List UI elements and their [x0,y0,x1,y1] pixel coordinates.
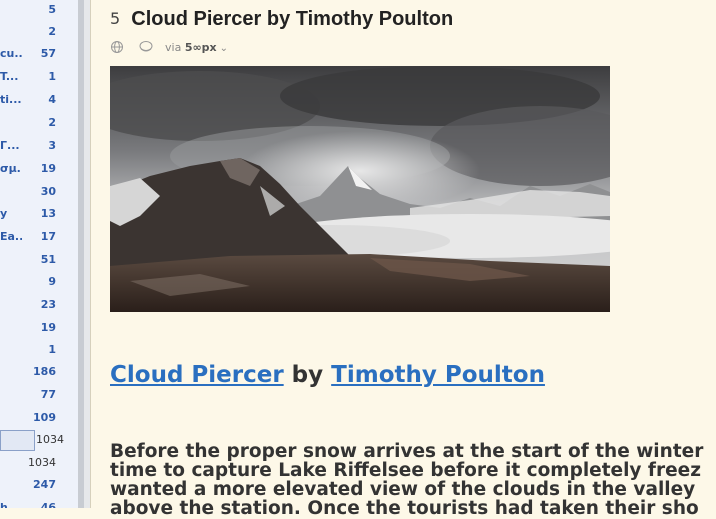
sidebar-feed-item[interactable]: 51 [0,250,80,270]
sidebar-feed-item[interactable]: 2 [0,113,80,133]
unread-count: 9 [48,275,56,288]
body-line: Before the proper snow arrives at the st… [110,441,704,462]
unread-count: 23 [40,298,56,311]
story-body: Before the proper snow arrives at the st… [110,442,716,518]
feed-sidebar: 52cu...57 T...1ti...42 Γ...3σμ...1930y13… [0,0,80,508]
unread-count: 3 [48,139,56,152]
unread-count: 247 [33,478,56,491]
via-label: via [165,41,182,54]
feed-name: Ea... [0,230,22,243]
sidebar-feed-item[interactable]: 23 [0,295,80,315]
unread-count: 186 [33,365,56,378]
sidebar-feed-item[interactable]: 5 [0,0,80,20]
unread-count: 4 [48,93,56,106]
sidebar-feed-item[interactable]: 1034 [0,453,80,473]
story-photo[interactable] [110,66,610,312]
unread-count: 1034 [28,456,56,469]
feed-source-icon[interactable] [138,40,152,54]
unread-count: 5 [48,3,56,16]
sidebar-feed-item[interactable]: 30 [0,182,80,202]
unread-count: 19 [40,162,56,175]
content-by-text: by [283,362,332,388]
unread-count: 1 [48,343,56,356]
body-line: above the station. Once the tourists had… [110,498,699,519]
sidebar-feed-item[interactable]: Γ... 3 [0,136,80,156]
unread-count: 109 [33,411,56,424]
chevron-down-icon[interactable]: ⌄ [220,43,228,54]
unread-count: 51 [40,253,56,266]
sidebar-feed-item[interactable]: cu... 57 [0,44,80,64]
story-meta: via 5∞px ⌄ [110,40,228,56]
sidebar-feed-item[interactable]: 2 [0,22,80,42]
body-line: wanted a more elevated view of the cloud… [110,479,696,500]
unread-count: 2 [48,116,56,129]
sidebar-feed-item[interactable]: h 46 [0,498,80,508]
feed-name: y [0,207,8,220]
unread-count: 13 [40,207,56,220]
pane-divider [90,0,91,508]
sidebar-feed-item[interactable]: 19 [0,318,80,338]
feed-name: T... [0,70,19,83]
unread-count: 77 [40,388,56,401]
feed-name: ti... [0,93,22,106]
feed-name: Γ... [0,139,20,152]
sidebar-feed-item[interactable]: y 13 [0,204,80,224]
sidebar-feed-item[interactable]: σμ... 19 [0,159,80,179]
sidebar-feed-item[interactable]: 9 [0,272,80,292]
sidebar-feed-item[interactable]: 186 [0,362,80,382]
sidebar-feed-item[interactable]: 247 [0,475,80,495]
sidebar-feed-item[interactable]: Ea... 17 [0,227,80,247]
sidebar-feed-item[interactable]: 1034 [0,430,80,451]
source-name[interactable]: 5∞px [185,41,217,54]
globe-icon[interactable] [110,40,124,54]
story-title-row: 5 Cloud Piercer by Timothy Poulton [110,8,453,34]
feed-name: h [0,501,8,508]
unread-count: 2 [48,25,56,38]
500px-feed-icon: 5 [110,9,121,28]
feed-name: cu... [0,47,22,60]
unread-count: 1034 [36,433,64,446]
sidebar-feed-item[interactable]: T... 1 [0,67,80,87]
feed-name: σμ... [0,162,22,175]
sidebar-feed-item[interactable]: 1 [0,340,80,360]
content-title-link[interactable]: Cloud Piercer [110,362,284,388]
body-line: time to capture Lake Riffelsee before it… [110,460,701,481]
sidebar-feed-item[interactable]: ti... 4 [0,90,80,110]
sidebar-feed-item[interactable]: 109 [0,408,80,428]
unread-count: 30 [40,185,56,198]
content-author-link[interactable]: Timothy Poulton [331,362,545,388]
selected-feed-highlight [0,430,35,451]
unread-count: 46 [40,501,56,508]
unread-count: 17 [40,230,56,243]
unread-count: 1 [48,70,56,83]
content-heading: Cloud Piercer by Timothy Poulton [110,362,545,388]
unread-count: 57 [40,47,56,60]
sidebar-feed-item[interactable]: 77 [0,385,80,405]
unread-count: 19 [40,321,56,334]
story-title[interactable]: Cloud Piercer by Timothy Poulton [131,8,453,31]
